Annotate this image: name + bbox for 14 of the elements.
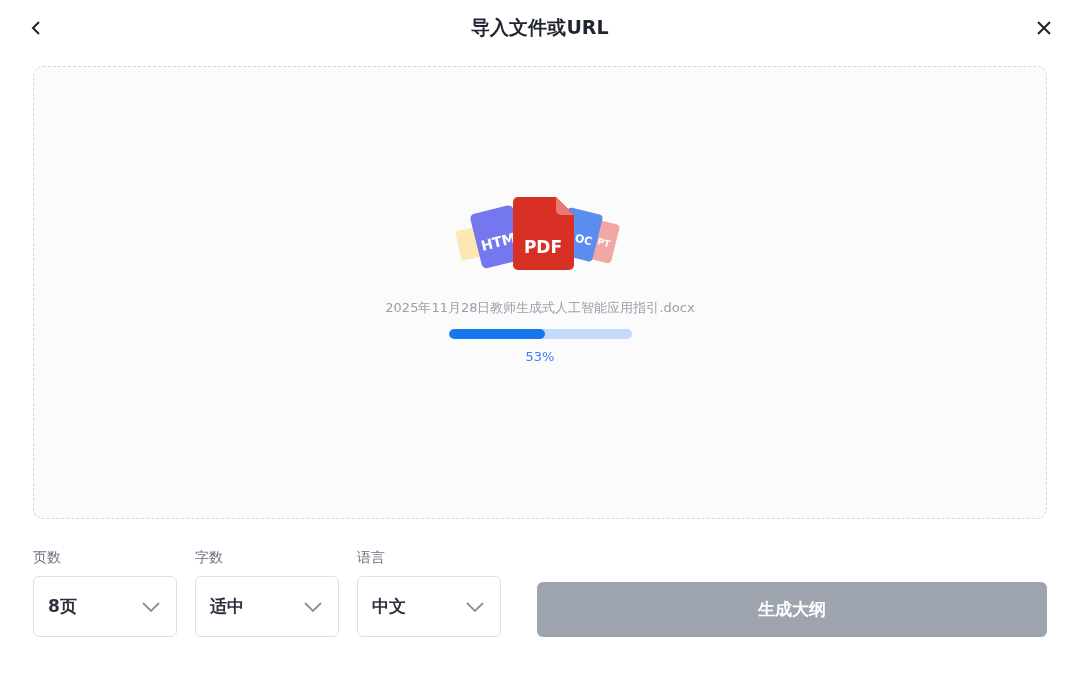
option-select[interactable]: 8页 [33, 576, 177, 637]
file-name: 2025年11月28日教师生成式人工智能应用指引.docx [385, 299, 695, 317]
option-label: 语言 [357, 549, 386, 567]
option-label: 页数 [33, 549, 62, 567]
chevron-down-icon [142, 601, 160, 612]
close-icon [1036, 20, 1052, 36]
option-select[interactable]: 中文 [357, 576, 501, 637]
dialog-title: 导入文件或URL [471, 15, 609, 40]
chevron-down-icon [466, 601, 484, 612]
option-select[interactable]: 适中 [195, 576, 339, 637]
progress-percent: 53% [525, 349, 555, 364]
chevron-left-icon [31, 20, 41, 36]
option-label: 字数 [195, 549, 224, 567]
chevron-down-icon [304, 601, 322, 612]
